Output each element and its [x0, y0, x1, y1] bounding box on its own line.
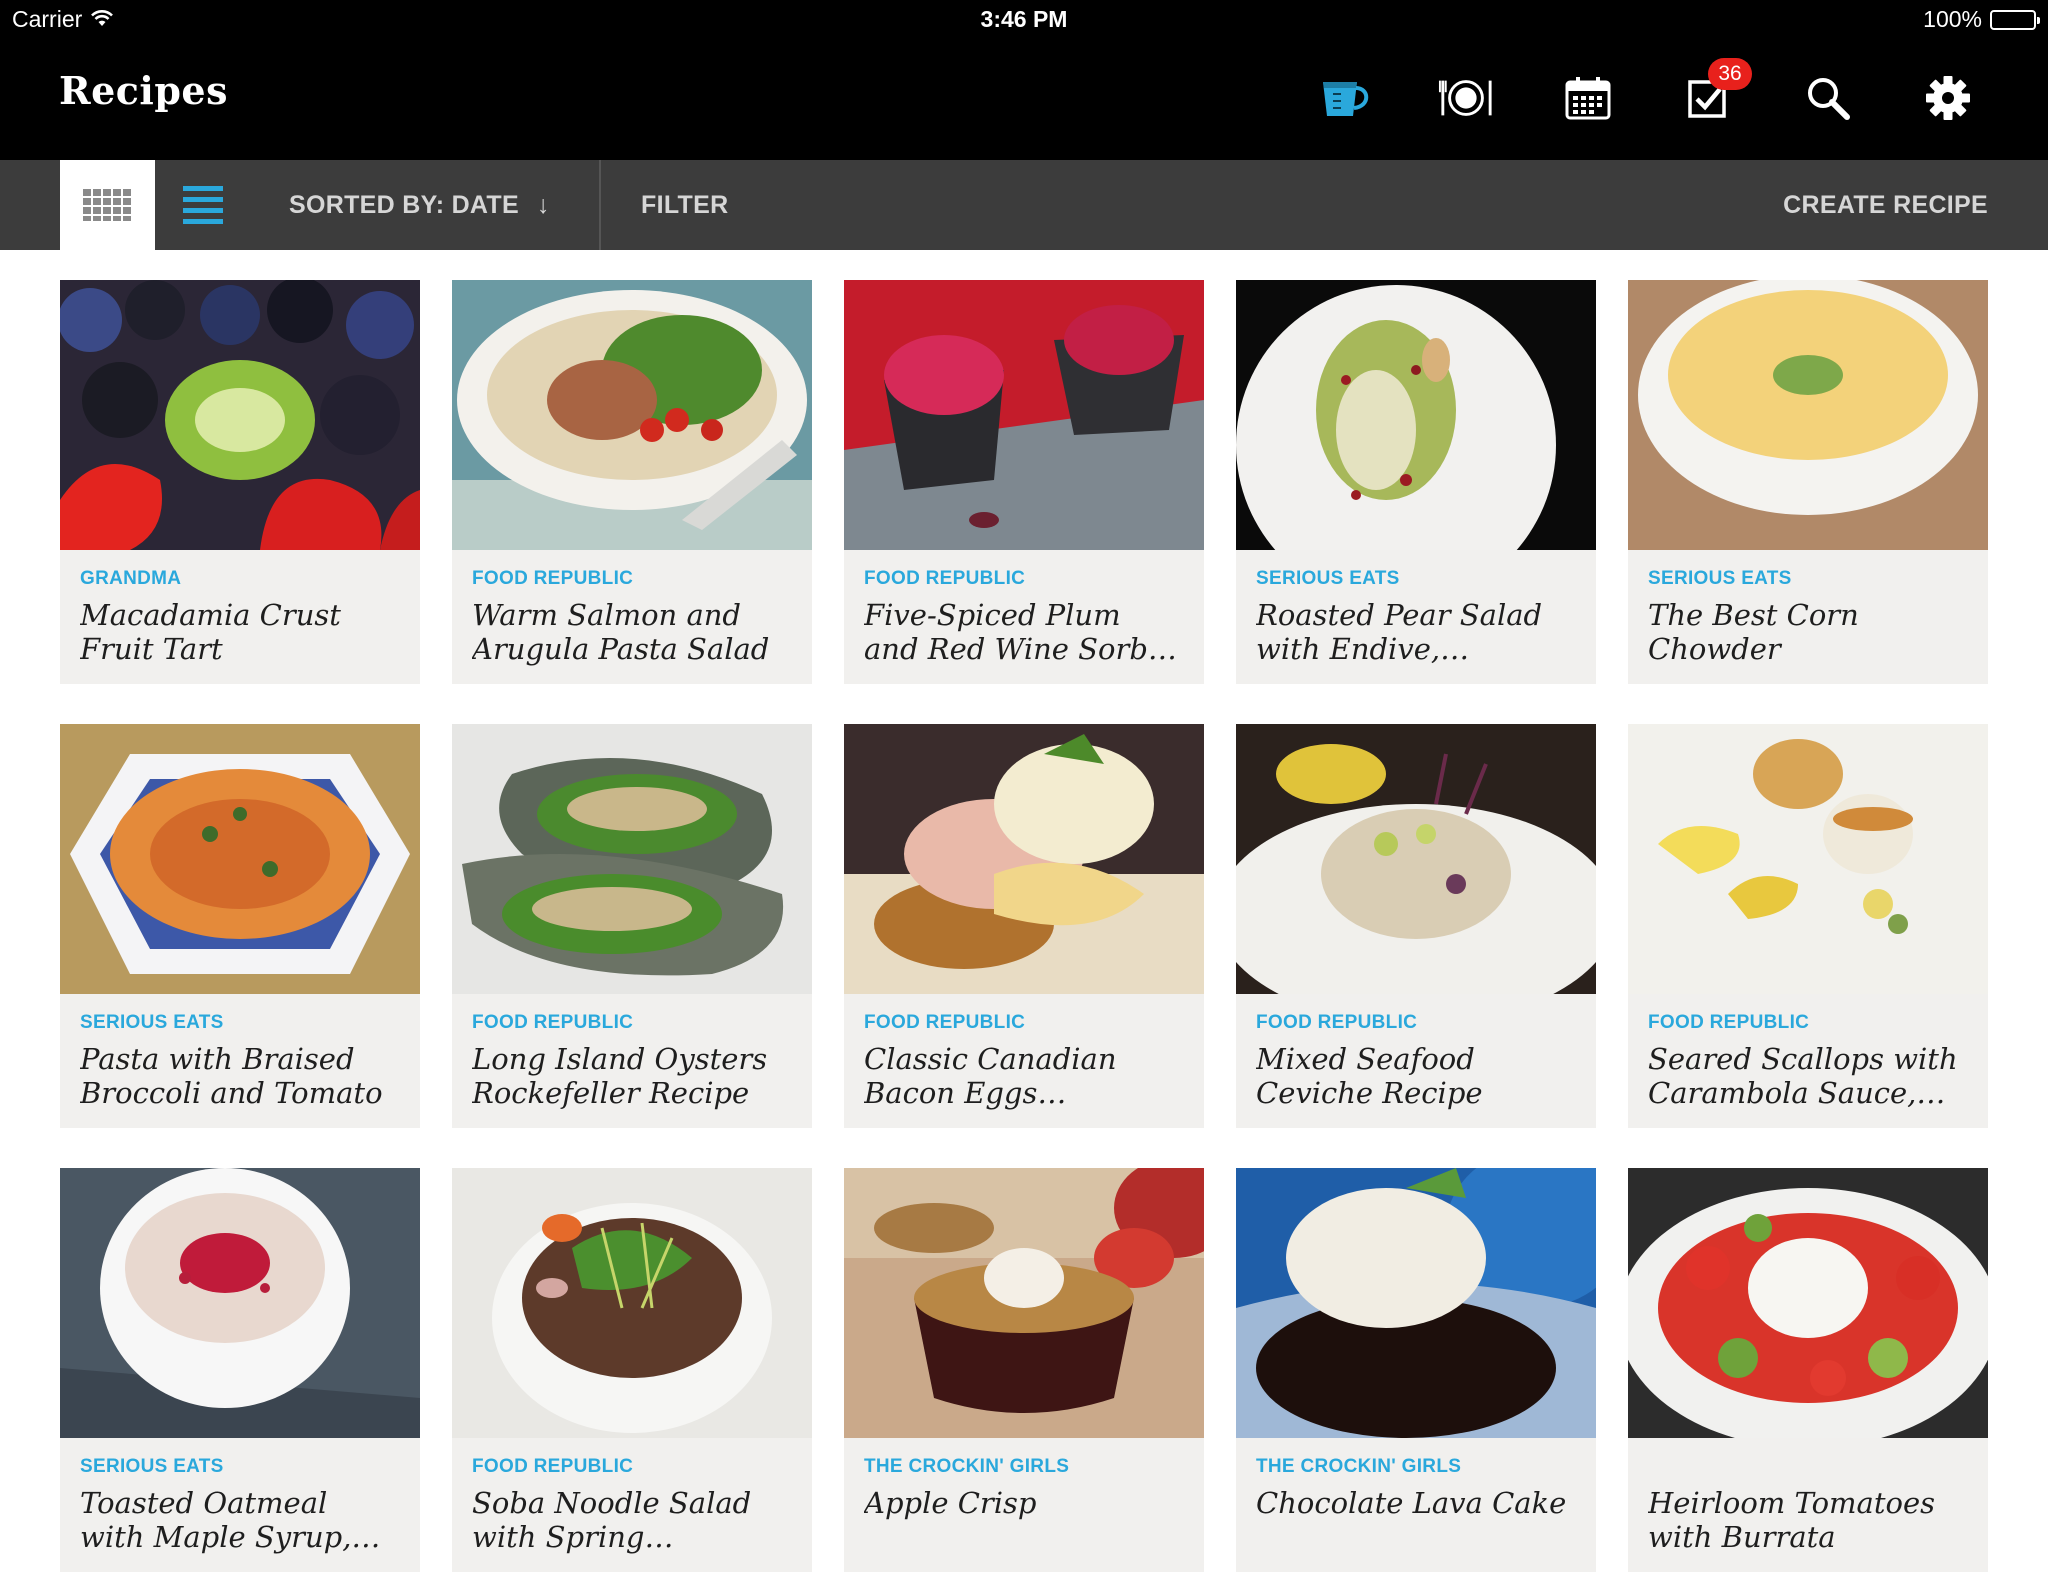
recipe-card[interactable]: FOOD REPUBLIC Mixed Seafood Ceviche Reci…: [1236, 724, 1596, 1128]
recipe-photo: [60, 280, 420, 550]
recipe-title: Mixed Seafood Ceviche Recipe: [1256, 1042, 1483, 1110]
recipe-source: FOOD REPUBLIC: [864, 568, 1026, 589]
recipe-card[interactable]: THE CROCKIN' GIRLS Chocolate Lava Cake: [1236, 1168, 1596, 1572]
recipe-source: FOOD REPUBLIC: [472, 568, 634, 589]
recipe-card[interactable]: FOOD REPUBLIC Classic Canadian Bacon Egg…: [844, 724, 1204, 1128]
recipe-source: THE CROCKIN' GIRLS: [864, 1456, 1070, 1477]
recipe-title: Heirloom Tomatoes with Burrata: [1648, 1486, 1935, 1554]
recipe-source: GRANDMA: [80, 568, 182, 589]
nav-bar: Recipes 36: [0, 40, 2048, 160]
recipe-photo: [844, 1168, 1204, 1438]
checklist-badge: 36: [1708, 58, 1752, 90]
recipe-photo: [1236, 280, 1596, 550]
recipe-photo: [1628, 1168, 1988, 1438]
recipe-photo: [452, 724, 812, 994]
recipe-card[interactable]: Heirloom Tomatoes with Burrata: [1628, 1168, 1988, 1572]
recipe-title: Seared Scallops with Carambola Sauce, Pa…: [1648, 1042, 1958, 1110]
recipe-title: Pasta with Braised Broccoli and Tomato: [80, 1042, 383, 1110]
recipe-photo: [452, 280, 812, 550]
recipe-source: FOOD REPUBLIC: [472, 1456, 634, 1477]
recipe-photo: [60, 724, 420, 994]
recipe-source: FOOD REPUBLIC: [1256, 1012, 1418, 1033]
recipe-source: THE CROCKIN' GIRLS: [1256, 1456, 1462, 1477]
recipe-photo: [1236, 1168, 1596, 1438]
calendar-icon[interactable]: [1560, 70, 1616, 126]
recipe-source: FOOD REPUBLIC: [472, 1012, 634, 1033]
recipe-title: The Best Corn Chowder: [1648, 598, 1859, 666]
list-view-icon: [182, 186, 223, 224]
recipe-title: Chocolate Lava Cake: [1256, 1486, 1567, 1520]
recipe-photo: [1628, 280, 1988, 550]
recipe-source: [1648, 1456, 1968, 1478]
recipe-card[interactable]: FOOD REPUBLIC Warm Salmon and Arugula Pa…: [452, 280, 812, 684]
recipe-source: FOOD REPUBLIC: [1648, 1012, 1810, 1033]
recipe-card[interactable]: FOOD REPUBLIC Long Island Oysters Rockef…: [452, 724, 812, 1128]
recipe-title: Long Island Oysters Rockefeller Recipe: [472, 1042, 768, 1110]
sort-dropdown[interactable]: SORTED BY: DATE ↓: [289, 160, 550, 250]
grid-view-button[interactable]: [60, 160, 155, 250]
recipe-card[interactable]: THE CROCKIN' GIRLS Apple Crisp: [844, 1168, 1204, 1572]
recipe-card[interactable]: FOOD REPUBLIC Soba Noodle Salad with Spr…: [452, 1168, 812, 1572]
plate-icon[interactable]: [1438, 70, 1494, 126]
recipe-card[interactable]: SERIOUS EATS The Best Corn Chowder: [1628, 280, 1988, 684]
page-title: Recipes: [59, 68, 228, 113]
clock: 3:46 PM: [980, 6, 1068, 32]
recipe-title: Macadamia Crust Fruit Tart: [80, 598, 341, 666]
wifi-icon: [90, 6, 114, 33]
sort-label: SORTED BY: DATE: [289, 190, 519, 219]
recipe-photo: [1628, 724, 1988, 994]
recipe-card[interactable]: SERIOUS EATS Toasted Oatmeal with Maple …: [60, 1168, 420, 1572]
recipe-source: SERIOUS EATS: [1256, 568, 1400, 589]
recipe-source: SERIOUS EATS: [80, 1456, 224, 1477]
toolbar-divider: [599, 160, 601, 250]
measuring-cup-icon[interactable]: [1318, 70, 1374, 126]
recipe-title: Classic Canadian Bacon Eggs Benedict...: [864, 1042, 1117, 1110]
recipe-source: SERIOUS EATS: [1648, 568, 1792, 589]
recipe-source: FOOD REPUBLIC: [864, 1012, 1026, 1033]
recipe-title: Five-Spiced Plum and Red Wine Sorbet Rec…: [864, 598, 1177, 666]
toolbar: SORTED BY: DATE ↓ FILTER CREATE RECIPE: [0, 160, 2048, 250]
filter-button[interactable]: FILTER: [641, 160, 728, 250]
recipe-title: Toasted Oatmeal with Maple Syrup, Cranbe…: [80, 1486, 352, 1554]
status-bar: Carrier 3:46 PM 100%: [0, 0, 2048, 40]
recipe-grid: GRANDMA Macadamia Crust Fruit Tart FOOD …: [60, 280, 1988, 1572]
recipe-photo: [844, 280, 1204, 550]
recipe-photo: [844, 724, 1204, 994]
recipe-card[interactable]: FOOD REPUBLIC Five-Spiced Plum and Red W…: [844, 280, 1204, 684]
checklist-icon[interactable]: 36: [1680, 58, 1752, 126]
carrier-label: Carrier: [12, 6, 83, 32]
search-icon[interactable]: [1800, 70, 1856, 126]
carrier-indicator: Carrier: [12, 6, 114, 33]
recipe-title: Apple Crisp: [864, 1486, 1037, 1520]
recipe-source: SERIOUS EATS: [80, 1012, 224, 1033]
recipe-card[interactable]: FOOD REPUBLIC Seared Scallops with Caram…: [1628, 724, 1988, 1128]
battery-icon: [1990, 9, 2040, 30]
recipe-card[interactable]: GRANDMA Macadamia Crust Fruit Tart: [60, 280, 420, 684]
recipe-photo: [452, 1168, 812, 1438]
list-view-button[interactable]: [155, 160, 250, 250]
recipe-title: Warm Salmon and Arugula Pasta Salad: [472, 598, 770, 666]
create-recipe-button[interactable]: CREATE RECIPE: [1783, 160, 1988, 250]
recipe-card[interactable]: SERIOUS EATS Roasted Pear Salad with End…: [1236, 280, 1596, 684]
grid-view-icon: [82, 189, 131, 221]
recipe-photo: [60, 1168, 420, 1438]
recipe-card[interactable]: SERIOUS EATS Pasta with Braised Broccoli…: [60, 724, 420, 1128]
battery-indicator: 100%: [1923, 6, 2040, 33]
recipe-title: Soba Noodle Salad with Spring Vegetables: [472, 1486, 752, 1554]
battery-percent: 100%: [1923, 6, 1982, 32]
recipe-photo: [1236, 724, 1596, 994]
gear-icon[interactable]: [1920, 70, 1976, 126]
recipe-title: Roasted Pear Salad with Endive, Pomegr..…: [1256, 598, 1543, 666]
arrow-down-icon: ↓: [536, 190, 550, 219]
